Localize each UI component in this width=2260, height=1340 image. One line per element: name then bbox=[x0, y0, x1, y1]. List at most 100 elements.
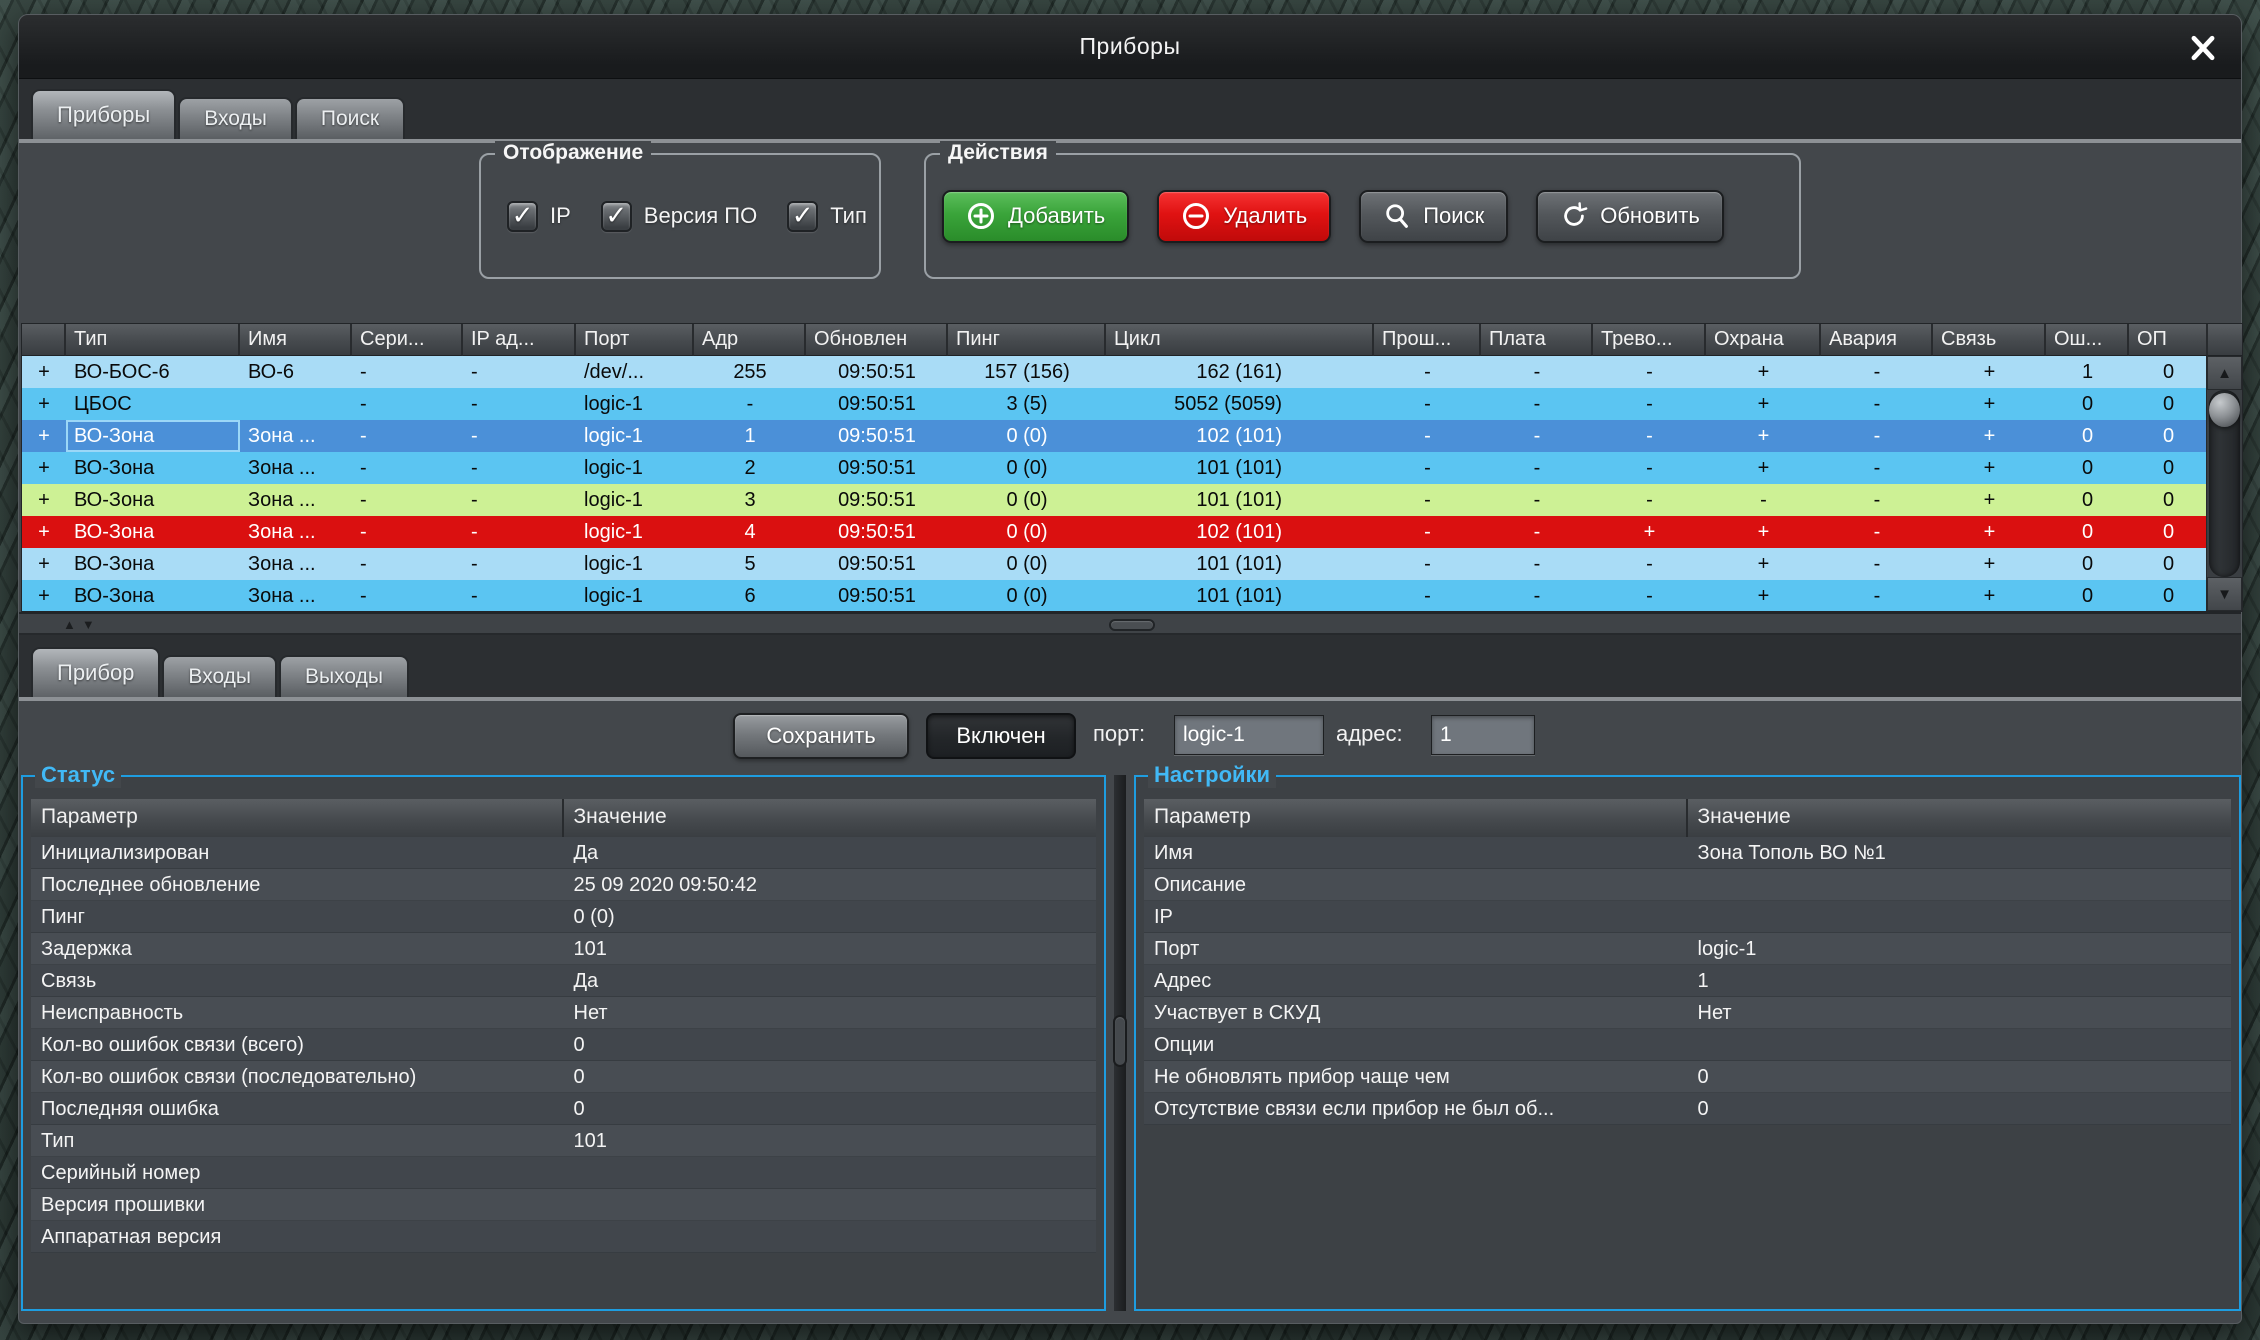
status-row-13[interactable]: Аппаратная версия bbox=[31, 1221, 1096, 1253]
vertical-splitter-handle[interactable] bbox=[1113, 1015, 1127, 1067]
top-tab-2[interactable]: Входы bbox=[178, 97, 293, 139]
device-cell: + bbox=[22, 388, 66, 420]
device-cell: ВО-Зона bbox=[66, 420, 240, 452]
refresh-button[interactable]: Обновить bbox=[1536, 190, 1724, 243]
scroll-down-button[interactable]: ▼ bbox=[2207, 577, 2242, 611]
status-row-3[interactable]: Пинг0 (0) bbox=[31, 901, 1096, 933]
bottom-tab-1[interactable]: Прибор bbox=[31, 647, 160, 697]
horizontal-splitter[interactable]: ▲▼ bbox=[19, 612, 2241, 635]
vertical-scrollbar[interactable]: ▲ ▼ bbox=[2206, 356, 2242, 611]
status-row-1[interactable]: ИнициализированДа bbox=[31, 837, 1096, 869]
status-row-8[interactable]: Кол-во ошибок связи (последовательно)0 bbox=[31, 1061, 1096, 1093]
device-row-3[interactable]: +ВО-ЗонаЗона ...--logic-1109:50:510 (0)1… bbox=[22, 420, 2206, 452]
device-cell: - bbox=[1481, 484, 1593, 516]
status-param-header[interactable]: Параметр bbox=[31, 799, 564, 837]
device-row-2[interactable]: +ЦБОС--logic-1-09:50:513 (5)5052 (5059)-… bbox=[22, 388, 2206, 420]
search-button[interactable]: Поиск bbox=[1359, 190, 1508, 243]
column-header-5[interactable]: IP ад... bbox=[463, 324, 576, 356]
column-header-4[interactable]: Сери... bbox=[352, 324, 463, 356]
address-input[interactable] bbox=[1431, 715, 1535, 755]
status-row-10[interactable]: Тип101 bbox=[31, 1125, 1096, 1157]
device-row-6[interactable]: +ВО-ЗонаЗона ...--logic-1409:50:510 (0)1… bbox=[22, 516, 2206, 548]
add-button[interactable]: Добавить bbox=[942, 190, 1129, 243]
save-button[interactable]: Сохранить bbox=[733, 713, 909, 759]
display-checkbox-3[interactable]: ✓Тип bbox=[787, 201, 867, 232]
settings-row-2[interactable]: Описание bbox=[1144, 869, 2231, 901]
column-header-13[interactable]: Трево... bbox=[1593, 324, 1706, 356]
settings-row-7[interactable]: Опции bbox=[1144, 1029, 2231, 1061]
checkbox-box[interactable]: ✓ bbox=[507, 201, 538, 232]
top-tab-3[interactable]: Поиск bbox=[295, 97, 405, 139]
column-header-14[interactable]: Охрана bbox=[1706, 324, 1821, 356]
splitter-handle[interactable] bbox=[1109, 619, 1155, 631]
column-header-15[interactable]: Авария bbox=[1821, 324, 1933, 356]
status-value-header[interactable]: Значение bbox=[564, 799, 1097, 837]
port-input[interactable] bbox=[1174, 715, 1324, 755]
settings-param-header[interactable]: Параметр bbox=[1144, 799, 1688, 837]
column-header-11[interactable]: Прош... bbox=[1374, 324, 1481, 356]
device-cell: 09:50:51 bbox=[806, 484, 948, 516]
device-cell: + bbox=[1933, 484, 2046, 516]
status-row-5[interactable]: СвязьДа bbox=[31, 965, 1096, 997]
column-header-17[interactable]: Ош... bbox=[2046, 324, 2129, 356]
device-cell: + bbox=[22, 580, 66, 611]
settings-row-9[interactable]: Отсутствие связи если прибор не был об..… bbox=[1144, 1093, 2231, 1125]
settings-panel: Настройки ПараметрЗначениеИмяЗона Тополь… bbox=[1134, 775, 2241, 1311]
display-checkbox-1[interactable]: ✓IP bbox=[507, 201, 571, 232]
status-row-6[interactable]: НеисправностьНет bbox=[31, 997, 1096, 1029]
settings-row-8[interactable]: Не обновлять прибор чаще чем0 bbox=[1144, 1061, 2231, 1093]
scrollbar-thumb[interactable] bbox=[2209, 393, 2240, 427]
settings-value-header[interactable]: Значение bbox=[1688, 799, 2232, 837]
column-header-18[interactable]: ОП bbox=[2129, 324, 2208, 356]
bottom-tab-2[interactable]: Входы bbox=[162, 655, 277, 697]
device-row-7[interactable]: +ВО-ЗонаЗона ...--logic-1509:50:510 (0)1… bbox=[22, 548, 2206, 580]
column-header-7[interactable]: Адр bbox=[694, 324, 806, 356]
status-row-7[interactable]: Кол-во ошибок связи (всего)0 bbox=[31, 1029, 1096, 1061]
top-tab-1[interactable]: Приборы bbox=[31, 89, 176, 139]
status-value: 0 bbox=[564, 1029, 1097, 1061]
column-header-16[interactable]: Связь bbox=[1933, 324, 2046, 356]
device-cell: + bbox=[1933, 452, 2046, 484]
device-row-4[interactable]: +ВО-ЗонаЗона ...--logic-1209:50:510 (0)1… bbox=[22, 452, 2206, 484]
display-checkbox-2[interactable]: ✓Версия ПО bbox=[601, 201, 757, 232]
checkbox-box[interactable]: ✓ bbox=[601, 201, 632, 232]
status-row-9[interactable]: Последняя ошибка0 bbox=[31, 1093, 1096, 1125]
settings-row-6[interactable]: Участвует в СКУДНет bbox=[1144, 997, 2231, 1029]
status-row-12[interactable]: Версия прошивки bbox=[31, 1189, 1096, 1221]
status-row-4[interactable]: Задержка101 bbox=[31, 933, 1096, 965]
close-button[interactable] bbox=[2183, 29, 2223, 67]
vertical-splitter[interactable] bbox=[1106, 775, 1134, 1311]
device-cell: Зона ... bbox=[240, 548, 352, 580]
scroll-up-button[interactable]: ▲ bbox=[2207, 356, 2242, 390]
column-header-1[interactable] bbox=[22, 324, 66, 356]
column-header-2[interactable]: Тип bbox=[66, 324, 240, 356]
column-header-6[interactable]: Порт bbox=[576, 324, 694, 356]
status-row-11[interactable]: Серийный номер bbox=[31, 1157, 1096, 1189]
device-cell: - bbox=[463, 548, 576, 580]
enabled-toggle[interactable]: Включен bbox=[926, 713, 1076, 759]
settings-row-5[interactable]: Адрес1 bbox=[1144, 965, 2231, 997]
settings-row-3[interactable]: IP bbox=[1144, 901, 2231, 933]
checkbox-box[interactable]: ✓ bbox=[787, 201, 818, 232]
device-row-5[interactable]: +ВО-ЗонаЗона ...--logic-1309:50:510 (0)1… bbox=[22, 484, 2206, 516]
splitter-collapse-arrows[interactable]: ▲▼ bbox=[63, 617, 101, 632]
device-row-1[interactable]: +ВО-БОС-6ВО-6--/dev/...25509:50:51157 (1… bbox=[22, 356, 2206, 388]
titlebar[interactable]: Приборы bbox=[19, 15, 2241, 79]
column-header-9[interactable]: Пинг bbox=[948, 324, 1106, 356]
settings-row-4[interactable]: Портlogic-1 bbox=[1144, 933, 2231, 965]
device-cell: + bbox=[1933, 580, 2046, 611]
column-header-12[interactable]: Плата bbox=[1481, 324, 1593, 356]
device-cell: 101 (101) bbox=[1106, 548, 1374, 580]
column-header-10[interactable]: Цикл bbox=[1106, 324, 1374, 356]
column-header-3[interactable]: Имя bbox=[240, 324, 352, 356]
device-cell: 09:50:51 bbox=[806, 580, 948, 611]
device-row-8[interactable]: +ВО-ЗонаЗона ...--logic-1609:50:510 (0)1… bbox=[22, 580, 2206, 611]
status-row-2[interactable]: Последнее обновление25 09 2020 09:50:42 bbox=[31, 869, 1096, 901]
column-header-8[interactable]: Обновлен bbox=[806, 324, 948, 356]
bottom-tab-3[interactable]: Выходы bbox=[279, 655, 409, 697]
settings-row-1[interactable]: ИмяЗона Тополь ВО №1 bbox=[1144, 837, 2231, 869]
devices-table: ТипИмяСери...IP ад...ПортАдрОбновленПинг… bbox=[21, 323, 2243, 612]
delete-button[interactable]: Удалить bbox=[1157, 190, 1331, 243]
scrollbar-track[interactable] bbox=[2209, 390, 2240, 577]
device-cell: 5 bbox=[694, 548, 806, 580]
